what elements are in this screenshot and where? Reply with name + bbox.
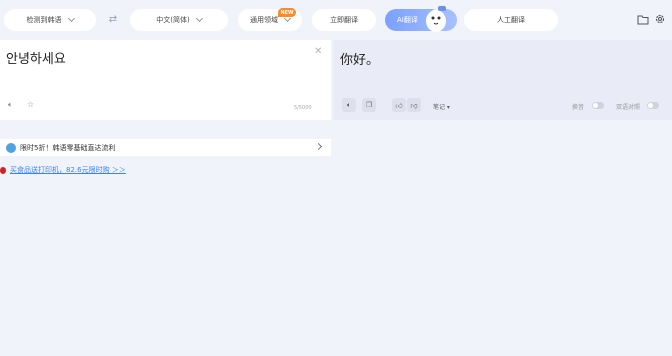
option1-toggle[interactable]	[592, 102, 604, 109]
translation-output: 你好。	[340, 53, 380, 68]
promo-banner[interactable]: 限时5折！韩语零基础直达流利	[0, 139, 331, 156]
source-language-select[interactable]: 检测到韩语	[4, 9, 96, 31]
chevron-down-icon	[67, 14, 75, 23]
notes-dropdown[interactable]: 笔记 ▾	[433, 102, 450, 111]
promo-text: 限时5折！韩语零基础直达流利	[20, 143, 116, 152]
new-badge: NEW	[278, 8, 296, 17]
copy-icon[interactable]: ❐	[362, 98, 376, 112]
notes-label: 笔记	[433, 104, 446, 111]
speaker-icon[interactable]: 🔈︎	[8, 100, 13, 110]
human-translate-button[interactable]: 人工翻译	[464, 9, 558, 31]
translate-now-button[interactable]: 立即翻译	[312, 9, 376, 31]
source-language-label: 检测到韩语	[26, 16, 62, 24]
translate-now-label: 立即翻译	[330, 16, 358, 24]
option2-label: 双语对照	[616, 104, 641, 111]
clear-icon[interactable]: ✕	[314, 46, 322, 57]
mascot-icon	[426, 6, 446, 32]
folder-icon[interactable]	[637, 14, 649, 25]
ad-text: 买食品送打印机，82.6元限时购 ＞＞	[10, 166, 126, 174]
ad-icon	[0, 166, 6, 174]
speaker-icon[interactable]: 🔈︎	[342, 98, 356, 112]
target-language-label: 中文(简体)	[156, 16, 190, 24]
gear-icon[interactable]	[654, 13, 666, 25]
char-counter: 5/5000	[294, 105, 312, 111]
thumbs-up-icon[interactable]: 👍︎	[392, 98, 406, 112]
target-language-select[interactable]: 中文(简体)	[130, 9, 228, 31]
option1-label: 换音	[572, 104, 585, 111]
option2-toggle[interactable]	[647, 102, 659, 109]
promo-icon	[6, 142, 16, 153]
ai-translate-label: AI翻译	[397, 16, 418, 24]
chevron-right-icon	[314, 142, 323, 151]
ad-link[interactable]: 买食品送打印机，82.6元限时购 ＞＞	[0, 165, 126, 175]
star-icon[interactable]: ☆	[27, 100, 34, 109]
domain-label: 通用领域	[250, 16, 278, 24]
swap-languages-icon[interactable]: ⇄	[106, 14, 120, 26]
chevron-down-icon	[195, 14, 203, 23]
human-translate-label: 人工翻译	[497, 16, 525, 24]
source-text-input[interactable]: 안녕하세요	[6, 48, 66, 67]
thumbs-down-icon[interactable]: 👎︎	[407, 98, 421, 112]
